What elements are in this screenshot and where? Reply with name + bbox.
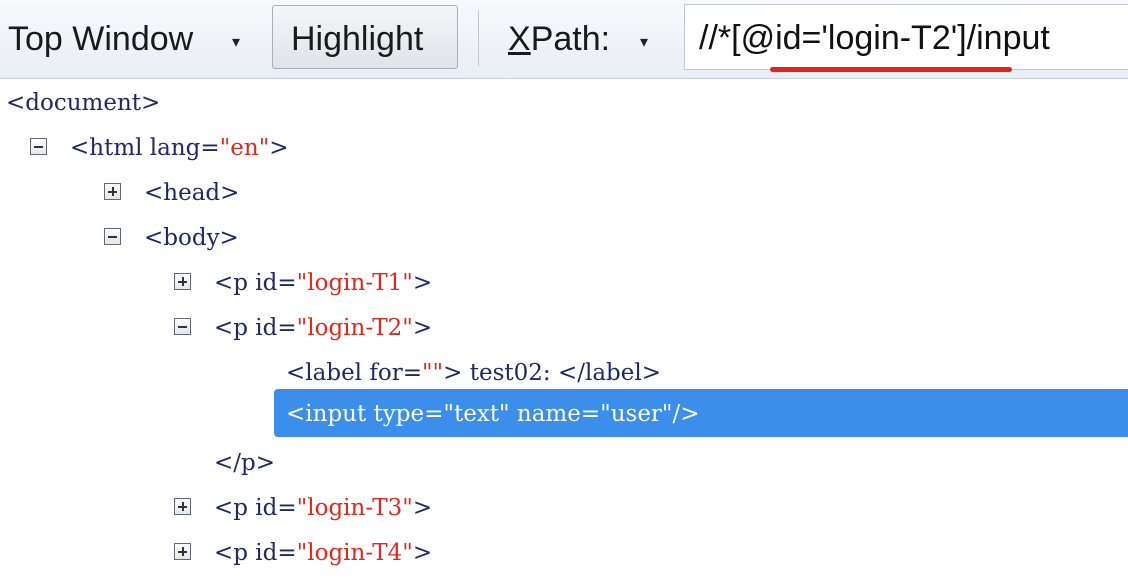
collapse-icon[interactable] [30,138,47,155]
node-label: <label for=""> test02: </label> [286,360,662,386]
node-label: <document> [6,90,161,116]
node-label: <body> [144,225,239,251]
chevron-down-icon[interactable]: ▾ [232,32,240,52]
collapse-icon[interactable] [174,318,191,335]
node-label: <p id="login-T2"> [214,315,433,341]
highlight-button[interactable]: Highlight [272,5,458,69]
node-label: <input type="text" name="user"/> [286,401,700,427]
node-label: <p id="login-T1"> [214,270,433,296]
node-label: <p id="login-T3"> [214,495,433,521]
node-label: <html lang="en"> [70,135,289,161]
xpath-input-value: //*[@id='login-T2']/input [699,19,1050,57]
collapse-icon[interactable] [104,228,121,245]
xpath-accesskey: X [508,20,531,58]
node-label: <p id="login-T4"> [214,540,433,566]
expand-icon[interactable] [104,183,121,200]
toolbar-divider [478,10,479,66]
xpath-label-rest: Path: [530,20,611,58]
xpath-mode-selector[interactable]: XPath: [508,20,610,59]
dom-tree: <document> <html lang="en"> <head> <body… [0,78,1128,578]
node-label: </p> [214,450,276,476]
expand-icon[interactable] [174,498,191,515]
node-label: <head> [144,180,240,206]
expand-icon[interactable] [174,273,191,290]
highlight-button-label: Highlight [291,20,424,58]
window-selector[interactable]: Top Window [8,20,193,59]
chevron-down-icon[interactable]: ▾ [640,32,648,52]
expand-icon[interactable] [174,543,191,560]
xpath-input[interactable]: //*[@id='login-T2']/input [684,4,1128,70]
annotation-underline [770,67,1012,72]
